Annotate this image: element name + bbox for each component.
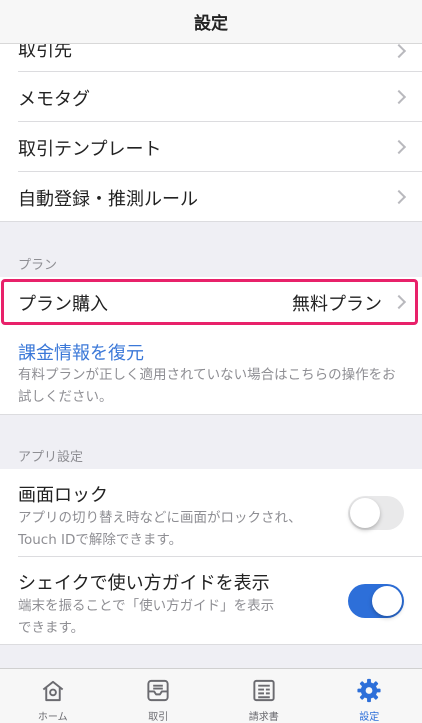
navigation-bar: 設定 (0, 0, 422, 44)
home-icon (42, 680, 63, 702)
invoice-icon (253, 679, 275, 702)
tab-label: 取引 (148, 712, 169, 723)
chevron-right-icon (391, 189, 407, 205)
chevron-right-icon (391, 89, 407, 105)
shake-guide-row: シェイクで使い方ガイドを表示 端末を振ることで「使い方ガイド」を表示できます。 (0, 557, 422, 645)
row-label: プラン購入 (18, 294, 108, 315)
toggle-knob (372, 586, 402, 616)
section-title-plan: プラン (18, 258, 58, 273)
chevron-right-icon (391, 44, 407, 59)
settings-row-auto-rules[interactable]: 自動登録・推測ルール (0, 172, 422, 222)
tab-label: 請求書 (248, 712, 279, 723)
shake-guide-toggle[interactable] (348, 584, 404, 618)
row-label: 画面ロック (18, 485, 108, 506)
row-label: シェイクで使い方ガイドを表示 (18, 573, 270, 594)
screen-lock-description: アプリの切り替え時などに画面がロックされ、Touch IDで解除できます。 (18, 510, 302, 548)
plan-purchase-row[interactable]: プラン購入 無料プラン (0, 277, 422, 327)
restore-purchase-link[interactable]: 課金情報を復元 (18, 339, 144, 365)
section-title-app-settings: アプリ設定 (18, 450, 84, 465)
shake-guide-description: 端末を振ることで「使い方ガイド」を表示できます。 (18, 598, 275, 636)
tab-transactions[interactable]: 取引 (106, 669, 212, 723)
tab-label: ホーム (37, 712, 68, 723)
row-label: メモタグ (18, 89, 90, 110)
restore-purchase-row: 課金情報を復元 有料プランが正しく適用されていない場合はこちらの操作をお試しくだ… (0, 327, 422, 415)
row-label: 取引テンプレート (18, 139, 162, 160)
screen-lock-toggle[interactable] (348, 496, 404, 530)
restore-description: 有料プランが正しく適用されていない場合はこちらの操作をお試しください。 (18, 367, 396, 405)
page-title: 設定 (194, 14, 228, 34)
tab-label: 設定 (359, 712, 380, 723)
tab-bar: ホーム 取引 請求書 設定 (0, 668, 422, 723)
chevron-right-icon (391, 139, 407, 155)
chevron-right-icon (391, 294, 407, 310)
tab-home[interactable]: ホーム (0, 669, 106, 723)
tab-invoices[interactable]: 請求書 (211, 669, 317, 723)
gear-icon (357, 678, 381, 703)
settings-row-memo-tags[interactable]: メモタグ (0, 72, 422, 122)
row-label: 取引先 (18, 44, 72, 61)
settings-row-templates[interactable]: 取引テンプレート (0, 122, 422, 172)
settings-row-partners[interactable]: 取引先 (0, 44, 422, 72)
row-label: 自動登録・推測ルール (18, 189, 198, 210)
inbox-icon (147, 679, 169, 702)
settings-list[interactable]: 取引先 メモタグ 取引テンプレート 自動登録・推測ルール プラン プラン購入 無… (0, 44, 422, 668)
tab-settings[interactable]: 設定 (317, 669, 422, 723)
screen-lock-row: 画面ロック アプリの切り替え時などに画面がロックされ、Touch IDで解除でき… (0, 469, 422, 557)
current-plan-value: 無料プラン (292, 294, 382, 315)
toggle-knob (350, 498, 380, 528)
